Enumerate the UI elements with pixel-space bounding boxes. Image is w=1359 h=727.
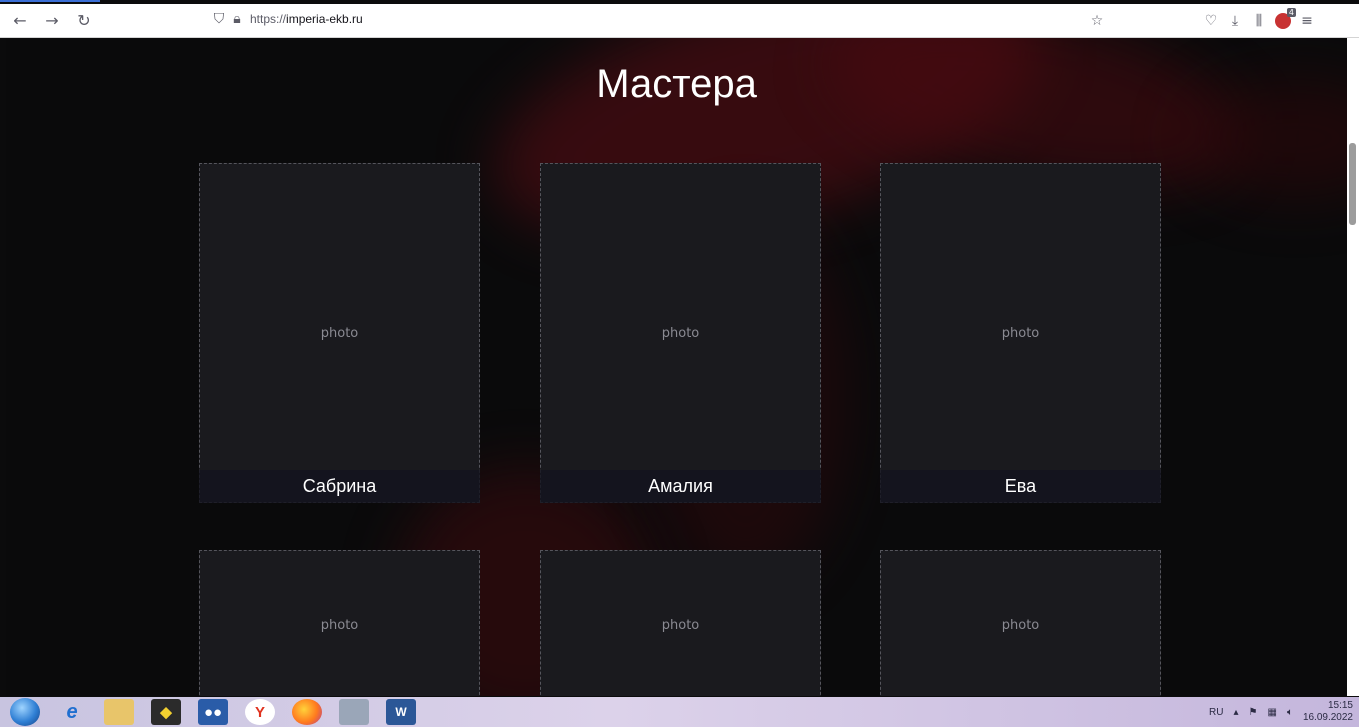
photo-placeholder: photo [540, 163, 821, 503]
card-name: Сабрина [199, 470, 480, 503]
volume-icon[interactable]: 🔈︎ [1287, 707, 1293, 718]
master-card[interactable]: photo Амалия [540, 163, 821, 503]
firefox-icon[interactable] [292, 699, 322, 725]
file-explorer-icon[interactable] [104, 699, 134, 725]
extension-icon[interactable]: 4 [1272, 8, 1296, 32]
page-content: Мастера photo Сабрина photo Амалия photo… [6, 38, 1347, 696]
master-card[interactable]: photo Ева [880, 163, 1161, 503]
tray-expand-icon[interactable]: ▴ [1233, 707, 1238, 718]
menu-icon[interactable]: ≡ [1296, 10, 1318, 32]
photo-placeholder: photo [880, 163, 1161, 503]
clock[interactable]: 15:15 16.09.2022 [1303, 700, 1353, 724]
master-card[interactable]: photo [199, 550, 480, 696]
photo-placeholder: photo [199, 550, 480, 696]
start-orb[interactable] [10, 698, 40, 726]
shield-icon[interactable]: ⛉ [210, 10, 228, 28]
photo-placeholder: photo [880, 550, 1161, 696]
page-title: Мастера [596, 62, 757, 106]
bookmark-star-icon[interactable]: ☆ [1086, 10, 1108, 32]
back-icon[interactable]: ← [8, 9, 32, 33]
system-tray: RU ▴ ⚑ ▦ 🔈︎ 15:15 16.09.2022 [1199, 697, 1353, 727]
messenger-app-icon[interactable]: ●● [198, 699, 228, 725]
yandex-browser-icon[interactable]: Y [245, 699, 275, 725]
word-icon[interactable]: W [386, 699, 416, 725]
batman-app-icon[interactable]: ◆ [151, 699, 181, 725]
master-card[interactable]: photo Сабрина [199, 163, 480, 503]
reload-icon[interactable]: ↻ [72, 9, 96, 33]
browser-toolbar: ← → ↻ ⛉ 🔒︎ https://imperia-ekb.ru ☆ ♡ ⤓ … [0, 4, 1359, 38]
windows-taskbar: e ◆ ●● Y W RU ▴ ⚑ ▦ 🔈︎ 15:15 16.09.2022 [0, 697, 1359, 727]
photo-placeholder: photo [540, 550, 821, 696]
user-app-icon[interactable] [339, 699, 369, 725]
lock-icon[interactable]: 🔒︎ [228, 10, 246, 28]
network-icon[interactable]: ▦ [1267, 707, 1276, 718]
master-card[interactable]: photo [880, 550, 1161, 696]
pocket-icon[interactable]: ♡ [1200, 10, 1222, 32]
master-card[interactable]: photo [540, 550, 821, 696]
top-accent-line [0, 0, 100, 2]
card-name: Ева [880, 470, 1161, 503]
scrollbar-thumb[interactable] [1349, 143, 1356, 225]
address-bar[interactable]: ⛉ 🔒︎ https://imperia-ekb.ru [210, 10, 363, 28]
forward-icon[interactable]: → [40, 9, 64, 33]
scrollbar-track[interactable] [1347, 38, 1359, 696]
url-text[interactable]: https://imperia-ekb.ru [250, 12, 363, 26]
card-name: Амалия [540, 470, 821, 503]
internet-explorer-icon[interactable]: e [57, 699, 87, 725]
language-indicator[interactable]: RU [1209, 707, 1223, 718]
download-icon[interactable]: ⤓ [1224, 10, 1246, 32]
flag-icon[interactable]: ⚑ [1249, 707, 1258, 718]
photo-placeholder: photo [199, 163, 480, 503]
library-icon[interactable]: ⫼ [1248, 10, 1270, 32]
